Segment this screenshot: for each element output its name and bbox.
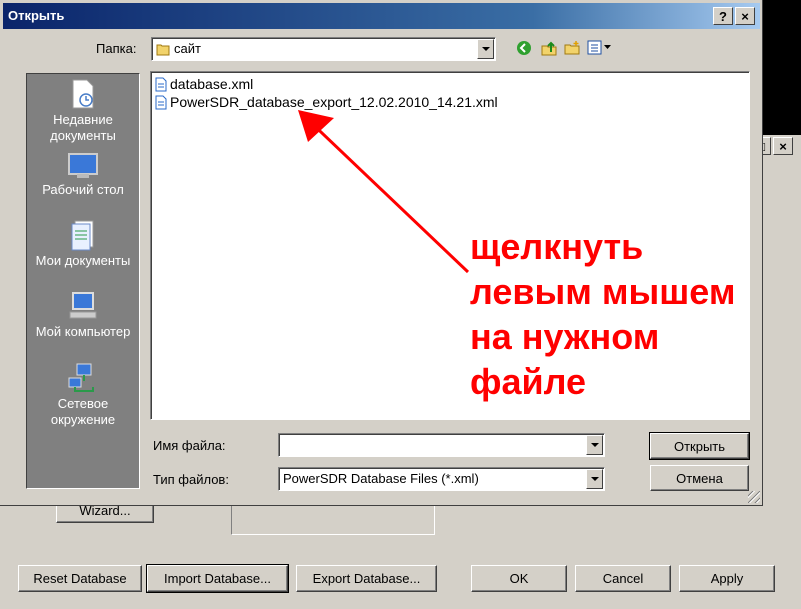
annotation-line: левым мышем [470, 271, 736, 312]
annotation-line: файле [470, 361, 587, 402]
annotation-line: на нужном [470, 316, 660, 357]
annotation-line: щелкнуть [470, 226, 644, 267]
arrow-head [298, 110, 334, 142]
arrow-shaft [300, 112, 470, 274]
annotation-text: щелкнуть левым мышем на нужном файле [470, 224, 735, 404]
